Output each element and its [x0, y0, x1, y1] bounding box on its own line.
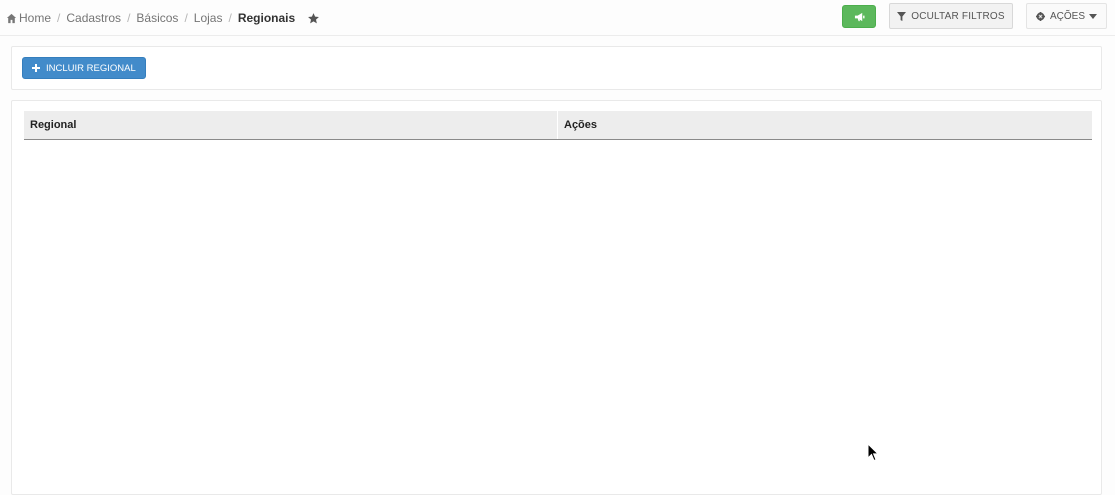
- hide-filters-label: OCULTAR FILTROS: [911, 10, 1005, 22]
- breadcrumb-separator: /: [127, 11, 131, 25]
- breadcrumb-home[interactable]: Home: [19, 11, 51, 25]
- breadcrumb-basicos[interactable]: Básicos: [136, 11, 178, 25]
- announcements-button[interactable]: [842, 5, 876, 28]
- grid-panel: Regional Ações: [11, 100, 1102, 495]
- breadcrumb-separator: /: [184, 11, 188, 25]
- star-icon[interactable]: [307, 12, 320, 25]
- cog-icon: [1035, 11, 1045, 21]
- actions-label: AÇÕES: [1049, 10, 1085, 22]
- breadcrumb-separator: /: [228, 11, 232, 25]
- grid-header: Regional Ações: [24, 111, 1092, 140]
- breadcrumb-lojas[interactable]: Lojas: [194, 11, 223, 25]
- breadcrumb-cadastros[interactable]: Cadastros: [66, 11, 121, 25]
- column-header-regional[interactable]: Regional: [24, 111, 558, 139]
- plus-icon: [32, 64, 40, 72]
- mouse-cursor-icon: [867, 442, 880, 462]
- page-title: Regionais: [237, 11, 296, 25]
- bullhorn-icon: [854, 12, 865, 22]
- breadcrumb-separator: /: [57, 11, 61, 25]
- home-icon: [6, 13, 17, 24]
- top-bar: Home / Cadastros / Básicos / Lojas / Reg…: [0, 0, 1115, 36]
- actions-dropdown[interactable]: AÇÕES: [1026, 3, 1107, 29]
- include-regional-button[interactable]: INCLUIR REGIONAL: [22, 57, 146, 79]
- caret-down-icon: [1089, 13, 1097, 19]
- column-header-acoes[interactable]: Ações: [558, 111, 1092, 139]
- funnel-icon: [897, 11, 907, 21]
- hide-filters-button[interactable]: OCULTAR FILTROS: [889, 3, 1013, 29]
- breadcrumb: Home / Cadastros / Básicos / Lojas / Reg…: [6, 9, 320, 27]
- include-regional-label: INCLUIR REGIONAL: [46, 62, 136, 74]
- toolbar-panel: INCLUIR REGIONAL: [11, 46, 1102, 90]
